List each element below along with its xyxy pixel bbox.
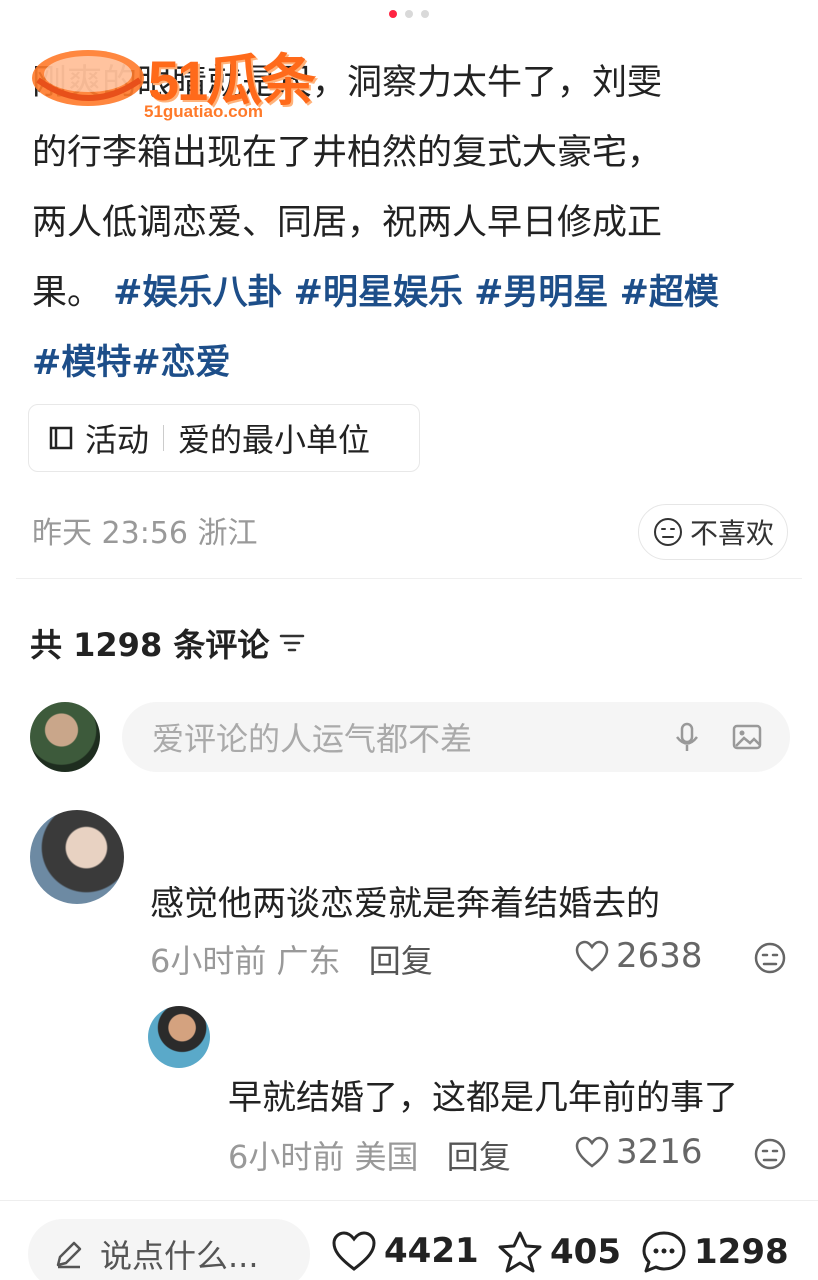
comment-meta: 6小时前 广东 回复 [150, 936, 433, 982]
activity-icon [49, 426, 73, 450]
activity-separator [163, 425, 165, 451]
neutral-face-icon [653, 518, 682, 546]
reply-button[interactable]: 回复 [447, 1138, 511, 1176]
activity-label: 活动 [85, 421, 150, 459]
reply-location: 美国 [354, 1138, 419, 1176]
hashtag-link[interactable]: #超模 [620, 273, 719, 313]
divider [16, 578, 802, 579]
page-dot-active [389, 10, 397, 18]
heart-icon [332, 1231, 376, 1271]
hashtag-link[interactable]: #明星娱乐 [294, 273, 463, 313]
comment-bubble-icon [642, 1231, 686, 1273]
post-text-line: 果。 #娱乐八卦 #明星娱乐 #男明星 #超模 [32, 258, 792, 328]
reply-like-count: 3216 [616, 1132, 703, 1172]
heart-icon [575, 940, 609, 972]
reply-time: 6小时前 [228, 1138, 345, 1176]
post-time-location: 昨天 23:56 浙江 [32, 516, 258, 551]
comment-input[interactable]: 爱评论的人运气都不差 [122, 702, 790, 772]
reply-avatar[interactable] [148, 1006, 210, 1068]
comment-input-placeholder: 爱评论的人运气都不差 [152, 720, 473, 758]
hashtag-link[interactable]: #模特 [32, 343, 131, 383]
hashtag-link[interactable]: #恋爱 [131, 343, 230, 383]
favorite-button[interactable]: 405 [496, 1229, 621, 1275]
comment-location: 广东 [276, 942, 341, 980]
comment-text: 感觉他两谈恋爱就是奔着结婚去的 [150, 884, 660, 924]
pencil-icon [56, 1241, 82, 1269]
comment-like-count: 2638 [616, 936, 703, 976]
star-icon [498, 1231, 542, 1273]
comment-time: 6小时前 [150, 942, 267, 980]
comment-like-button[interactable]: 2638 [574, 936, 703, 976]
sort-icon [280, 634, 305, 652]
reply-button[interactable]: 回复 [369, 942, 433, 980]
page-dot [405, 10, 413, 18]
comment-count-header[interactable]: 共 1298 条评论 [30, 620, 307, 666]
say-placeholder: 说点什么... [100, 1237, 259, 1275]
watermark-domain: 51guatiao.com [144, 102, 264, 121]
hashtag-link[interactable]: #娱乐八卦 [113, 273, 282, 313]
page-dot [421, 10, 429, 18]
bottom-action-bar: 说点什么... 4421 405 1298 [0, 1200, 818, 1280]
reply-like-button[interactable]: 3216 [574, 1132, 703, 1172]
neutral-face-icon[interactable] [752, 940, 788, 976]
comment-count: 1298 [694, 1232, 789, 1272]
comment-count-label: 共 1298 条评论 [30, 626, 270, 664]
current-user-avatar [30, 702, 100, 772]
watermark-melon-icon [32, 50, 144, 106]
image-page-indicator [0, 10, 818, 18]
commenter-avatar[interactable] [30, 810, 124, 904]
post-text-line: 的行李箱出现在了井柏然的复式大豪宅， [32, 133, 663, 173]
say-something-input[interactable]: 说点什么... [28, 1219, 310, 1280]
comment-button[interactable]: 1298 [640, 1229, 789, 1275]
watermark-logo: 51瓜条 51guatiao.com [28, 36, 318, 122]
activity-name: 爱的最小单位 [178, 421, 371, 459]
dislike-label: 不喜欢 [689, 517, 774, 550]
neutral-face-icon[interactable] [752, 1136, 788, 1172]
reply-text: 早就结婚了，这都是几年前的事了 [228, 1078, 738, 1118]
dislike-button[interactable]: 不喜欢 [638, 504, 788, 560]
image-icon[interactable] [730, 720, 764, 754]
hashtag-link[interactable]: #男明星 [474, 273, 608, 313]
post-text-end: 果。 [32, 273, 103, 313]
reply-meta: 6小时前 美国 回复 [228, 1132, 511, 1178]
favorite-count: 405 [550, 1232, 621, 1272]
heart-icon [575, 1136, 609, 1168]
like-button[interactable]: 4421 [330, 1229, 479, 1273]
activity-chip[interactable]: 活动 爱的最小单位 [28, 404, 420, 472]
microphone-icon[interactable] [670, 720, 704, 754]
post-text-line: 两人低调恋爱、同居，祝两人早日修成正 [32, 203, 663, 243]
like-count: 4421 [384, 1231, 479, 1271]
post-text-line: #模特#恋爱 [32, 328, 792, 398]
